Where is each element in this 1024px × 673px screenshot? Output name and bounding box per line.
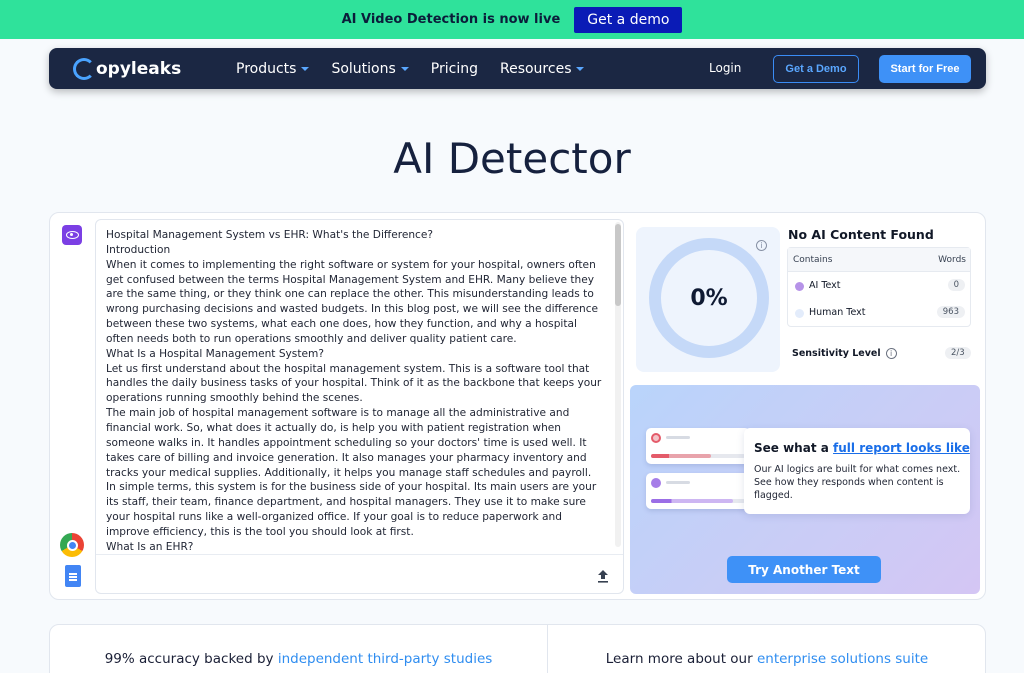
- promo-description: Our AI logics are built for what comes n…: [754, 464, 961, 501]
- upload-icon[interactable]: [597, 569, 609, 583]
- full-report-promo: See what a full report looks like Our AI…: [630, 385, 980, 594]
- promo-title: See what a full report looks like: [754, 441, 970, 455]
- table-row: AI Text 0: [788, 273, 970, 300]
- nav-pricing[interactable]: Pricing: [431, 61, 478, 77]
- sensitivity-level: Sensitivity Level i: [792, 348, 897, 359]
- main-menu: Products Solutions Pricing Resources: [236, 48, 585, 89]
- ai-score-percent: 0%: [690, 285, 728, 311]
- sensitivity-label: Sensitivity Level: [792, 348, 881, 359]
- ai-dot-icon: [651, 478, 661, 488]
- table-row: Human Text 963: [788, 300, 970, 327]
- report-preview-card: [646, 473, 750, 509]
- nav-products[interactable]: Products: [236, 60, 310, 77]
- logo-text: opyleaks: [96, 59, 182, 79]
- login-link[interactable]: Login: [709, 61, 741, 75]
- text-input-footer: [96, 554, 623, 593]
- row-label: AI Text: [809, 280, 841, 291]
- result-table-header: Contains Words: [788, 248, 970, 272]
- get-a-demo-banner-button[interactable]: Get a demo: [574, 6, 683, 33]
- full-report-link[interactable]: full report looks like: [833, 441, 970, 455]
- result-table: Contains Words AI Text 0 Human Text 963: [787, 247, 971, 327]
- nav-products-label: Products: [236, 60, 297, 77]
- doc-line: What Is a Hospital Management System?: [106, 347, 324, 360]
- info-icon[interactable]: i: [756, 240, 767, 251]
- try-another-text-button[interactable]: Try Another Text: [727, 556, 881, 583]
- nav-solutions[interactable]: Solutions: [331, 60, 409, 77]
- document-text[interactable]: Hospital Management System vs EHR: What'…: [106, 228, 604, 550]
- ai-text-dot: [795, 282, 804, 291]
- get-a-demo-button[interactable]: Get a Demo: [773, 55, 859, 83]
- doc-line: Let us first understand about the hospit…: [106, 362, 602, 405]
- doc-line: Hospital Management System vs EHR: What'…: [106, 229, 434, 241]
- human-text-dot: [795, 309, 804, 318]
- col-contains: Contains: [793, 255, 833, 265]
- report-preview-card: [646, 428, 750, 464]
- doc-line: Introduction: [106, 243, 171, 256]
- doc-line: The main job of hospital management soft…: [106, 407, 592, 479]
- row-value: 0: [947, 279, 965, 291]
- nav-pricing-label: Pricing: [430, 60, 478, 77]
- announcement-banner: AI Video Detection is now live Get a dem…: [0, 0, 1024, 39]
- nav-resources[interactable]: Resources: [500, 61, 585, 77]
- promo-card: See what a full report looks like Our AI…: [744, 428, 970, 514]
- nav-solutions-label: Solutions: [331, 60, 396, 77]
- ai-score-panel: 0% i: [636, 227, 780, 372]
- flag-dot-icon: [651, 433, 661, 443]
- start-for-free-button[interactable]: Start for Free: [879, 55, 971, 83]
- bottom-info-strip: 99% accuracy backed by independent third…: [49, 624, 986, 673]
- scrollbar-thumb[interactable]: [615, 224, 621, 306]
- chevron-down-icon: [301, 66, 310, 71]
- row-value: 963: [936, 306, 965, 318]
- sensitivity-value[interactable]: 2/3: [945, 347, 971, 359]
- doc-line: When it comes to implementing the right …: [106, 258, 599, 345]
- chevron-down-icon: [400, 66, 409, 71]
- detector-card: Hospital Management System vs EHR: What'…: [49, 212, 986, 600]
- chevron-down-icon: [576, 66, 585, 71]
- enterprise-note: Learn more about our enterprise solution…: [605, 651, 929, 667]
- text-input-area[interactable]: Hospital Management System vs EHR: What'…: [95, 219, 624, 594]
- accuracy-note: 99% accuracy backed by independent third…: [104, 651, 493, 667]
- google-docs-icon[interactable]: [65, 565, 81, 587]
- row-label: Human Text: [809, 307, 866, 318]
- nav-resources-label: Resources: [499, 60, 572, 77]
- info-icon[interactable]: i: [885, 348, 897, 359]
- doc-line: In simple terms, this system is for the …: [106, 481, 597, 538]
- enterprise-suite-link[interactable]: enterprise solutions suite: [757, 651, 928, 667]
- col-words: Words: [938, 255, 966, 265]
- result-title: No AI Content Found: [788, 227, 934, 242]
- top-navigation: opyleaks Products Solutions Pricing Reso…: [49, 48, 986, 89]
- chrome-extension-icon[interactable]: [60, 533, 84, 557]
- eye-icon[interactable]: [62, 225, 82, 245]
- third-party-studies-link[interactable]: independent third-party studies: [278, 651, 493, 667]
- banner-text: AI Video Detection is now live: [341, 12, 561, 27]
- page-title: AI Detector: [393, 134, 631, 183]
- ai-score-ring: 0%: [649, 238, 769, 358]
- doc-line: What Is an EHR?: [106, 540, 194, 550]
- logo-c-icon: [73, 58, 95, 80]
- copyleaks-logo[interactable]: opyleaks: [73, 57, 181, 81]
